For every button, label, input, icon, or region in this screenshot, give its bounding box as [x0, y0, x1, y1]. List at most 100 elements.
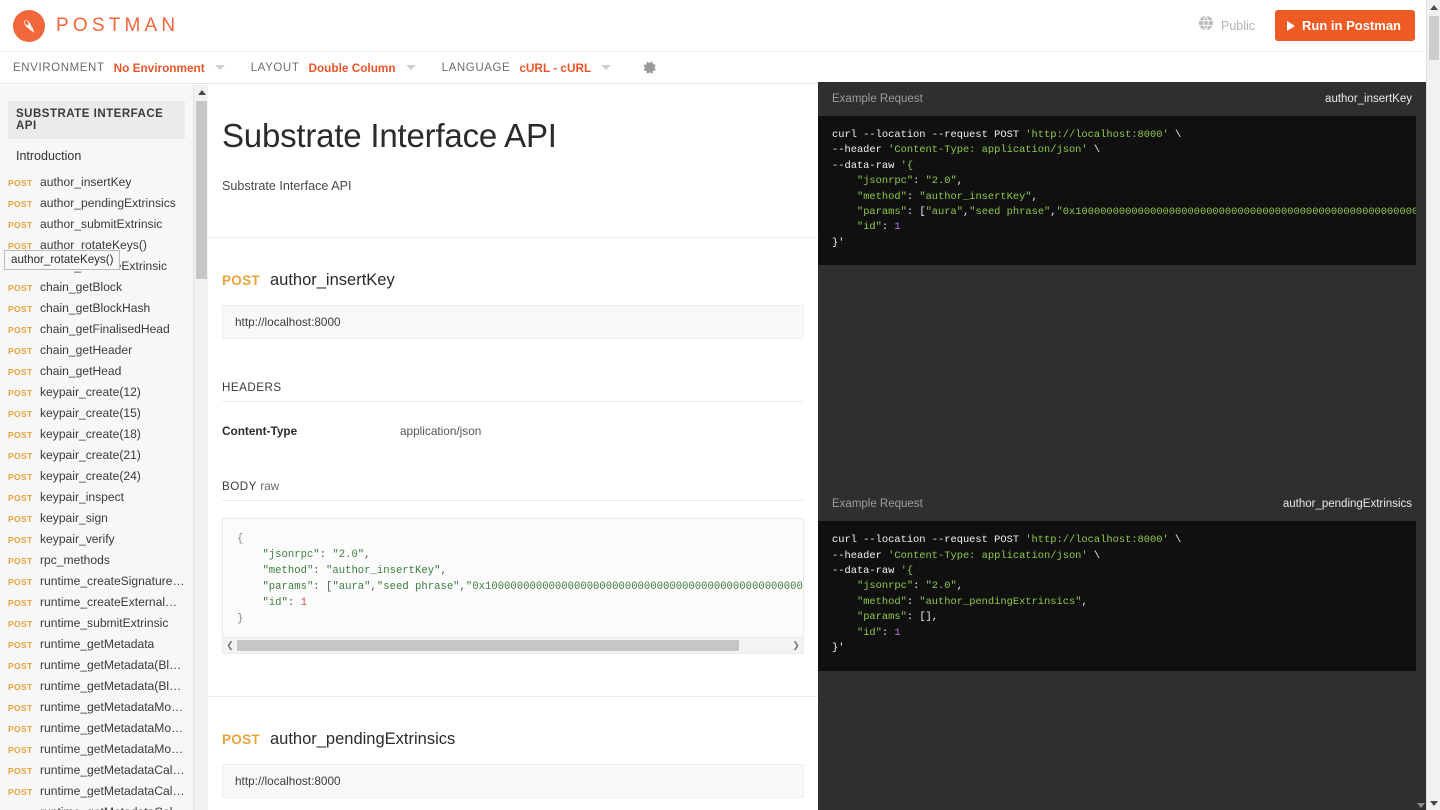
scroll-up-icon[interactable] [1427, 0, 1440, 14]
endpoint-name: author_insertKey [269, 271, 395, 289]
example-request-block: Example Request author_insertKey curl --… [818, 82, 1426, 266]
sidebar-item-keypair-verify[interactable]: POST keypair_verify [0, 529, 193, 550]
page-subtitle: Substrate Interface API [222, 179, 352, 193]
sidebar-scrollbar[interactable] [193, 85, 209, 810]
gear-icon[interactable] [641, 59, 658, 76]
headers-label: HEADERS [222, 381, 804, 402]
divider [208, 237, 818, 238]
sidebar-item-runtime-submitextrinsic[interactable]: POST runtime_submitExtrinsic [0, 613, 193, 634]
body-code-horizontal-scrollbar[interactable]: ❮ ❯ [223, 637, 803, 653]
request-method-badge: POST [8, 787, 33, 797]
postman-logo-icon [13, 9, 45, 42]
sidebar-item-keypair-create-18-[interactable]: POST keypair_create(18) [0, 424, 193, 445]
request-method-badge: POST [8, 682, 33, 692]
header-row: Content-Type application/json [222, 424, 804, 438]
sidebar-item-chain-getblock[interactable]: POST chain_getBlock [0, 277, 193, 298]
scroll-track[interactable] [237, 640, 789, 651]
brand-logo[interactable]: POSTMAN [13, 9, 179, 42]
layout-selector[interactable]: LAYOUT Double Column [251, 61, 416, 75]
divider [208, 696, 818, 697]
sidebar-item-runtime-getmetadata-blockhash-[interactable]: POST runtime_getMetadata(BlockHash) [0, 655, 193, 676]
request-method-badge: POST [8, 766, 33, 776]
sidebar-scroll-thumb[interactable] [196, 101, 207, 279]
sidebar-item-author-submitextrinsic[interactable]: POST author_submitExtrinsic [0, 214, 193, 235]
sidebar-item-runtime-getmetadatacallfunctio-[interactable]: POSTruntime_getMetadataCallFunctio... [0, 760, 193, 781]
page-scroll-thumb[interactable] [1429, 16, 1439, 60]
sidebar-item-author-insertkey[interactable]: POST author_insertKey [0, 172, 193, 193]
sidebar-item-introduction[interactable]: Introduction [0, 139, 193, 172]
header-value: application/json [400, 424, 482, 438]
sidebar-item-runtime-getmetadatamodules-b-[interactable]: POST runtime_getMetadataModules(B... [0, 718, 193, 739]
sidebar-item-runtime-getmetadata[interactable]: POST runtime_getMetadata [0, 634, 193, 655]
sidebar-item-runtime-getmetadatacallfunctio-[interactable]: POSTruntime_getMetadataCallFunctio... [0, 802, 193, 810]
sidebar-item-label: runtime_submitExtrinsic [40, 616, 169, 630]
sidebar-item-keypair-create-12-[interactable]: POST keypair_create(12) [0, 382, 193, 403]
endpoint-url: http://localhost:8000 [222, 305, 804, 339]
request-method-badge: POST [8, 367, 33, 377]
layout-value: Double Column [308, 60, 396, 75]
sidebar-item-chain-getfinalisedhead[interactable]: POST chain_getFinalisedHead [0, 319, 193, 340]
sidebar-item-chain-gethead[interactable]: POST chain_getHead [0, 361, 193, 382]
scroll-thumb[interactable] [237, 640, 740, 651]
sidebar-item-runtime-getmetadatacallfunctio-[interactable]: POST runtime_getMetadataCallFunctio... [0, 781, 193, 802]
body-label-text: BODY [222, 480, 257, 493]
sidebar-item-chain-getheader[interactable]: POST chain_getHeader [0, 340, 193, 361]
sidebar-item-runtime-getmetadatamodules-b-[interactable]: POST runtime_getMetadataModules(B... [0, 739, 193, 760]
example-request-bar: Example Request author_pendingExtrinsics [818, 487, 1426, 522]
sidebar-item-chain-getblockhash[interactable]: POST chain_getBlockHash [0, 298, 193, 319]
sidebar-item-label: keypair_sign [40, 511, 108, 525]
scroll-right-icon[interactable]: ❯ [789, 640, 803, 651]
code-panel-spacer [818, 265, 1426, 487]
example-request-label: Example Request [832, 498, 923, 511]
request-method-badge: POST [8, 472, 33, 482]
request-method-badge: POST [8, 535, 33, 545]
scroll-up-icon[interactable] [194, 85, 209, 100]
sidebar-item-label: runtime_getMetadataModules [40, 700, 185, 714]
sidebar-item-runtime-createsignaturepayload[interactable]: POST runtime_createSignaturePayload [0, 571, 193, 592]
collection-title[interactable]: SUBSTRATE INTERFACE API [8, 101, 185, 139]
chevron-down-icon[interactable] [214, 65, 225, 70]
request-method-badge: POST [8, 514, 33, 524]
endpoint-url: http://localhost:8000 [222, 764, 804, 798]
page-scrollbar[interactable] [1426, 0, 1440, 810]
chevron-down-icon[interactable] [601, 65, 612, 70]
sidebar-item-runtime-getmetadatamodules[interactable]: POST runtime_getMetadataModules [0, 697, 193, 718]
body-code: { "jsonrpc": "2.0", "method": "author_in… [237, 533, 803, 625]
request-method-badge: POST [8, 388, 33, 398]
body-label: BODY raw [222, 480, 804, 501]
scroll-down-icon[interactable] [1417, 803, 1425, 808]
sidebar-item-label: keypair_inspect [40, 490, 125, 504]
sidebar-item-keypair-create-15-[interactable]: POST keypair_create(15) [0, 403, 193, 424]
sidebar-item-keypair-sign[interactable]: POST keypair_sign [0, 508, 193, 529]
run-in-postman-button[interactable]: Run in Postman [1275, 10, 1415, 41]
sidebar-item-runtime-getmetadata-blocknum-[interactable]: POST runtime_getMetadata(BlockNum... [0, 676, 193, 697]
top-bar: POSTMAN Public Run in Postman [0, 0, 1430, 52]
scroll-left-icon[interactable]: ❮ [223, 640, 237, 651]
language-selector[interactable]: LANGUAGE cURL - cURL [442, 61, 612, 75]
sidebar-item-label: runtime_getMetadataCallFunctio... [40, 784, 185, 798]
sidebar-item-keypair-create-24-[interactable]: POST keypair_create(24) [0, 466, 193, 487]
sidebar-item-runtime-createexternalsignerpa-[interactable]: POST runtime_createExternalSignerPa... [0, 592, 193, 613]
request-method-badge: POST [8, 220, 33, 230]
request-method-badge: POST [8, 325, 33, 335]
request-method-badge: POST [8, 745, 33, 755]
request-method-badge: POST [8, 304, 33, 314]
endpoint-method: POST [222, 732, 260, 747]
sidebar-item-label: runtime_getMetadata [40, 637, 155, 651]
top-bar-right: Public Run in Postman [1198, 10, 1415, 41]
sidebar-item-author-pendingextrinsics[interactable]: POST author_pendingExtrinsics [0, 193, 193, 214]
code-panel-scrollbar[interactable] [1416, 82, 1426, 810]
sidebar-item-label: keypair_create(21) [40, 448, 141, 462]
endpoint-name: author_pendingExtrinsics [269, 730, 456, 748]
sidebar-item-label: rpc_methods [40, 553, 110, 567]
endpoint-heading: POST author_pendingExtrinsics [222, 730, 804, 749]
sidebar-item-keypair-inspect[interactable]: POST keypair_inspect [0, 487, 193, 508]
sidebar-item-label: chain_getHeader [40, 343, 133, 357]
sidebar-item-rpc-methods[interactable]: POST rpc_methods [0, 550, 193, 571]
sidebar-item-keypair-create-21-[interactable]: POST keypair_create(21) [0, 445, 193, 466]
chevron-down-icon[interactable] [405, 65, 416, 70]
scroll-down-icon[interactable] [1427, 796, 1440, 810]
request-method-badge: POST [8, 640, 33, 650]
sidebar-item-label: runtime_createExternalSignerPa... [40, 595, 185, 609]
environment-selector[interactable]: ENVIRONMENT No Environment [13, 61, 225, 75]
